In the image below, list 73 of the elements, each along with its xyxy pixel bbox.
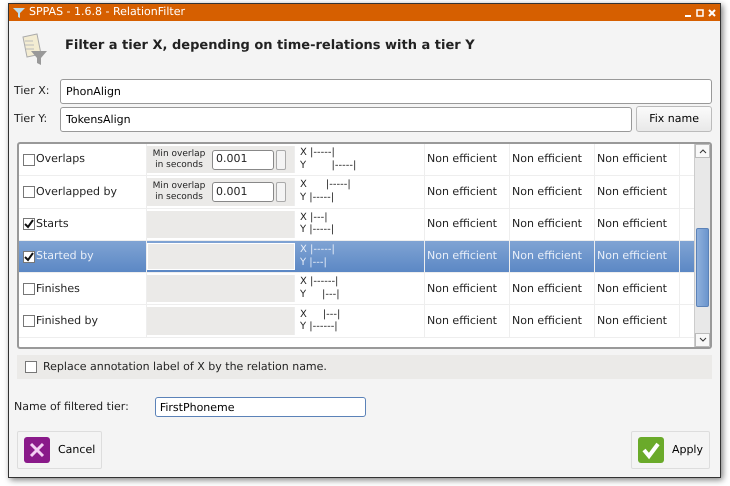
- fix-name-button[interactable]: Fix name: [636, 106, 712, 132]
- relation-diagram-line: Y |------|: [300, 321, 338, 334]
- relation-diagram-line: Y |---|: [300, 256, 327, 270]
- efficiency-text: Non efficient: [597, 248, 667, 264]
- funnel-icon: [13, 6, 25, 18]
- efficiency-text: Non efficient: [427, 312, 497, 329]
- scrollbar[interactable]: [694, 144, 710, 347]
- relation-row[interactable]: Starts X |---| Y |-----| Non efficient Non efficient Non efficient: [19, 208, 694, 241]
- relation-diagram-line: X |-----|: [300, 179, 351, 192]
- relation-diagram-line: X |---|: [300, 308, 340, 321]
- relation-diagram-line: Y |-----|: [300, 192, 334, 204]
- relation-row[interactable]: Overlaps Min overlap in seconds 0.001 X |-----| Y |-----| Non efficient Non efficient Non efficient: [19, 144, 694, 176]
- scroll-down-icon[interactable]: [698, 336, 706, 343]
- relation-diagram-line: Y |-----|: [300, 224, 334, 237]
- checkbox[interactable]: [23, 315, 35, 328]
- efficiency-text: Non efficient: [597, 312, 667, 329]
- tier-y-field[interactable]: TokensAlign: [60, 106, 632, 132]
- relation-diagram-line: X |------|: [300, 276, 338, 289]
- apply-button[interactable]: Apply: [630, 431, 710, 469]
- checkbox[interactable]: [23, 218, 35, 230]
- relation-name: Overlaps: [36, 151, 85, 168]
- checkbox[interactable]: [23, 250, 35, 263]
- relation-diagram-line: Y |---|: [300, 288, 340, 302]
- scroll-up-icon[interactable]: [698, 148, 706, 154]
- checkbox[interactable]: [23, 186, 35, 198]
- document-funnel-icon: [21, 33, 49, 67]
- efficiency-text: Non efficient: [597, 184, 667, 200]
- maximize-icon[interactable]: [696, 8, 704, 16]
- efficiency-text: Non efficient: [597, 280, 667, 297]
- dialog-title: Filter a tier X, depending on time-relations with a tier Y: [65, 37, 475, 55]
- checkbox[interactable]: [25, 361, 37, 373]
- close-icon[interactable]: [708, 8, 716, 16]
- checkbox[interactable]: [23, 154, 35, 166]
- efficiency-text: Non efficient: [427, 151, 497, 168]
- efficiency-text: Non efficient: [427, 248, 497, 264]
- efficiency-text: Non efficient: [512, 280, 582, 297]
- efficiency-text: Non efficient: [597, 151, 667, 168]
- relation-diagram-line: X |-----|: [300, 244, 335, 257]
- field-label: Tier X:: [14, 83, 50, 100]
- relation-row[interactable]: Overlapped by Min overlap in seconds 0.001 X |-----| Y |-----| Non efficient Non efficient Non efficient: [19, 176, 694, 209]
- efficiency-text: Non efficient: [512, 151, 582, 168]
- efficiency-text: Non efficient: [427, 280, 497, 297]
- cancel-button[interactable]: Cancel: [17, 431, 102, 469]
- efficiency-text: Non efficient: [512, 248, 582, 264]
- relation-diagram-line: X |---|: [300, 212, 328, 224]
- efficiency-text: Non efficient: [512, 216, 582, 232]
- checkmark-icon: [638, 437, 664, 463]
- efficiency-text: Non efficient: [427, 216, 497, 232]
- efficiency-text: Non efficient: [597, 216, 667, 232]
- number-field[interactable]: 0.001: [212, 150, 274, 170]
- window-title: SPPAS - 1.6.8 - RelationFilter: [29, 4, 186, 20]
- efficiency-text: Non efficient: [427, 184, 497, 200]
- checkbox-label: Replace annotation label of X by the relation name.: [43, 358, 327, 375]
- tier-x-field[interactable]: PhonAlign: [60, 79, 712, 104]
- option-label: Min overlap in seconds: [152, 148, 206, 170]
- checkbox[interactable]: [23, 282, 35, 295]
- relation-row[interactable]: Finishes X |------| Y |---| Non efficient Non efficient Non efficient: [19, 273, 694, 306]
- efficiency-text: Non efficient: [512, 312, 582, 329]
- filtered-tier-name-field[interactable]: FirstPhoneme: [154, 397, 366, 417]
- relation-name: Overlapped by: [36, 184, 117, 200]
- field-label: Tier Y:: [14, 110, 48, 127]
- number-field[interactable]: 0.001: [212, 182, 274, 202]
- relation-name: Started by: [36, 248, 94, 264]
- close-icon: [24, 437, 50, 463]
- relation-diagram-line: Y |-----|: [300, 160, 356, 172]
- relation-row[interactable]: Finished by X |---| Y |------| Non efficient Non efficient Non efficient: [19, 305, 694, 338]
- relation-name: Finishes: [36, 280, 80, 297]
- field-label: Name of filtered tier:: [14, 398, 129, 415]
- option-label: Min overlap in seconds: [152, 181, 206, 203]
- relation-diagram-line: X |-----|: [300, 147, 335, 160]
- relation-name: Finished by: [36, 312, 98, 329]
- relation-name: Starts: [36, 216, 69, 232]
- efficiency-text: Non efficient: [512, 184, 582, 200]
